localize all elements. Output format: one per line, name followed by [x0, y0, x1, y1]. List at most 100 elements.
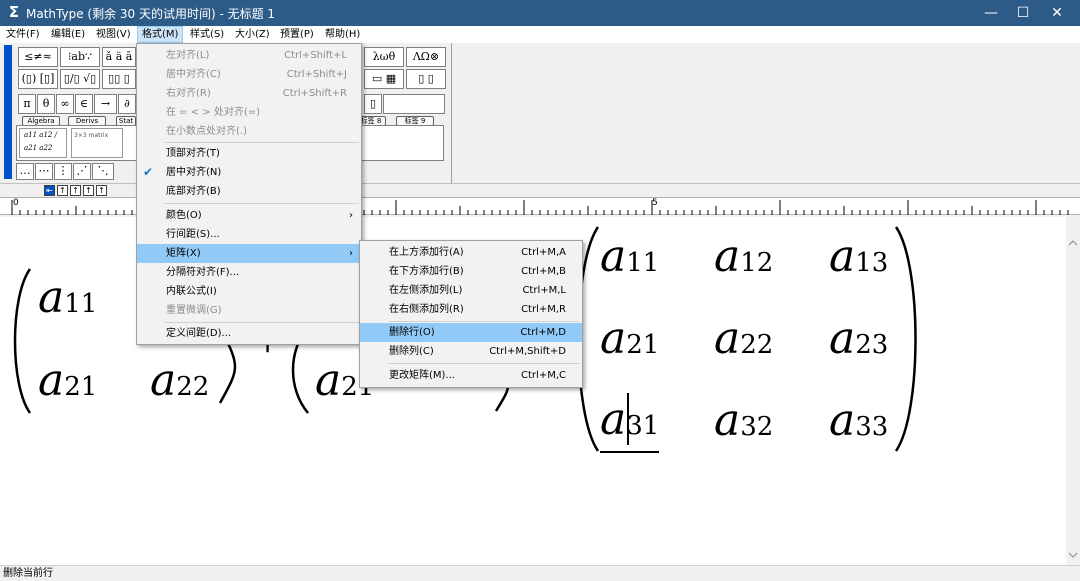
matrix1-entry-a22[interactable]: a22	[150, 355, 209, 406]
menu-item-reset-nudge[interactable]: 重置微调(G)	[137, 301, 361, 320]
matrix3-entry-a23[interactable]: a23	[829, 313, 888, 364]
tab-stop-left-icon[interactable]: ⇤	[44, 185, 55, 196]
menu-item-align-at-relation[interactable]: 在 = < > 处对齐(=)	[137, 103, 361, 122]
text-cursor	[627, 393, 629, 445]
pi-symbol-button[interactable]: π	[18, 94, 36, 114]
menu-separator	[388, 363, 580, 364]
menu-file[interactable]: 文件(F)	[2, 26, 44, 43]
menu-item-separator-align[interactable]: 分隔符对齐(F)...	[137, 263, 361, 282]
diagonal-down-dots-button[interactable]: ⋱	[92, 163, 114, 180]
vertical-scrollbar[interactable]	[1066, 217, 1080, 565]
partial-symbol-button[interactable]: ∂	[118, 94, 136, 114]
checkmark-icon: ✔	[143, 165, 154, 179]
relations-palette-button[interactable]: ≤≠≈	[18, 47, 58, 67]
menu-help[interactable]: 帮助(H)	[321, 26, 364, 43]
menu-item-add-column-left[interactable]: 在左侧添加列(L) Ctrl+M,L	[360, 281, 582, 300]
matrix-3x3-template-button[interactable]: 3×3 matrix	[71, 128, 123, 158]
tab-stop-center-icon[interactable]: ↑	[57, 185, 68, 196]
format-menu-dropdown: 左对齐(L) Ctrl+Shift+L 居中对齐(C) Ctrl+Shift+J 右…	[136, 43, 362, 345]
menu-separator	[165, 203, 359, 204]
matrix1-entry-a21[interactable]: a21	[38, 355, 97, 406]
menu-format[interactable]: 格式(M)	[137, 26, 184, 43]
close-button[interactable]: ✕	[1034, 0, 1080, 26]
menu-item-align-left[interactable]: 左对齐(L) Ctrl+Shift+L	[137, 46, 361, 65]
matrix-3x3-label: 3×3 matrix	[74, 132, 109, 139]
menu-item-align-bottom[interactable]: 底部对齐(B)	[137, 182, 361, 201]
menu-size[interactable]: 大小(Z)	[231, 26, 274, 43]
ruler-mark-0: 0	[13, 198, 19, 208]
ellipsis-button[interactable]: …	[16, 163, 34, 180]
menu-item-define-spacing[interactable]: 定义间距(D)...	[137, 324, 361, 343]
diagonal-up-dots-button[interactable]: ⋰	[73, 163, 91, 180]
menu-item-change-matrix[interactable]: 更改矩阵(M)... Ctrl+M,C	[360, 366, 582, 385]
matrix3-entry-a11[interactable]: a11	[600, 231, 659, 282]
matrix3-entry-a13[interactable]: a13	[829, 231, 888, 282]
submenu-arrow-icon: ›	[349, 210, 353, 221]
matrix3-entry-a12[interactable]: a12	[714, 231, 773, 282]
menu-edit[interactable]: 编辑(E)	[47, 26, 89, 43]
embellishments-palette-button[interactable]: ǎ ä ā	[102, 47, 136, 67]
matrix3-entry-a21[interactable]: a21	[600, 313, 659, 364]
menu-separator	[388, 321, 580, 322]
spaces-palette-button[interactable]: ⁝ab∵	[60, 47, 100, 67]
menu-separator	[165, 322, 359, 323]
scroll-down-icon[interactable]	[1068, 551, 1078, 559]
matrix3-entry-a32[interactable]: a32	[714, 395, 773, 446]
menu-item-inline-equation[interactable]: 内联公式(I)	[137, 282, 361, 301]
ruler-mark-5: 5	[652, 198, 658, 208]
menu-item-align-at-decimal[interactable]: 在小数点处对齐(.)	[137, 122, 361, 141]
submenu-arrow-icon: ›	[349, 248, 353, 259]
menu-item-add-column-right[interactable]: 在右侧添加列(R) Ctrl+M,R	[360, 300, 582, 319]
menu-item-matrix[interactable]: 矩阵(X) ›	[137, 244, 361, 263]
menu-preferences[interactable]: 预置(P)	[276, 26, 318, 43]
matrix1-entry-a11[interactable]: a11	[38, 272, 97, 323]
matrix3-entry-a22[interactable]: a22	[714, 313, 773, 364]
matrix3-right-paren	[894, 226, 917, 452]
menu-item-align-center[interactable]: 居中对齐(C) Ctrl+Shift+J	[137, 65, 361, 84]
tab-stop-right-icon[interactable]: ↑	[70, 185, 81, 196]
center-dots-button[interactable]: ⋯	[35, 163, 53, 180]
title-bar: Σ MathType (剩余 30 天的试用时间) - 无标题 1 — ☐ ✕	[0, 0, 1080, 26]
theta-symbol-button[interactable]: θ	[37, 94, 55, 114]
matrix3-entry-a31-selected[interactable]: a31	[600, 395, 660, 453]
matrices-palette-button[interactable]: ▭ ▦	[364, 69, 404, 89]
menu-view[interactable]: 视图(V)	[92, 26, 135, 43]
menu-item-delete-column[interactable]: 删除列(C) Ctrl+M,Shift+D	[360, 342, 582, 361]
menu-item-line-spacing[interactable]: 行间距(S)...	[137, 225, 361, 244]
status-text: 删除当前行	[3, 568, 53, 579]
menu-item-color[interactable]: 颜色(O) ›	[137, 206, 361, 225]
menu-item-align-middle[interactable]: ✔ 居中对齐(N)	[137, 163, 361, 182]
matrix-2x2-template-button[interactable]: a11 a12 / a21 a22	[19, 128, 67, 158]
matrix3-entry-a33[interactable]: a33	[829, 395, 888, 446]
mathtype-app-icon: Σ	[8, 3, 20, 21]
greek-upper-palette-button[interactable]: ΛΩ⊗	[406, 47, 446, 67]
menu-item-delete-row[interactable]: 删除行(O) Ctrl+M,D	[360, 323, 582, 342]
tab-stop-relation-icon[interactable]: ↑	[83, 185, 94, 196]
custom-toolbar-slot[interactable]	[383, 94, 445, 114]
toolbar-grip[interactable]	[4, 45, 12, 179]
infinity-symbol-button[interactable]: ∞	[56, 94, 74, 114]
matrix1-left-paren	[13, 268, 32, 414]
greek-lower-palette-button[interactable]: λωθ	[364, 47, 404, 67]
fractions-palette-button[interactable]: ▯/▯ √▯	[60, 69, 100, 89]
menu-bar: 文件(F) 编辑(E) 视图(V) 格式(M) 样式(S) 大小(Z) 预置(P…	[0, 26, 1080, 43]
status-bar: 删除当前行	[0, 565, 1080, 581]
menu-item-add-row-above[interactable]: 在上方添加行(A) Ctrl+M,A	[360, 243, 582, 262]
window-title: MathType (剩余 30 天的试用时间) - 无标题 1	[26, 7, 276, 21]
tab-stop-decimal-icon[interactable]: ↑	[96, 185, 107, 196]
subscript-template-button[interactable]: ▯	[364, 94, 382, 114]
matrix-template-label: a11 a12 / a21 a22	[24, 131, 57, 152]
scroll-up-icon[interactable]	[1068, 239, 1078, 247]
fences-palette-button[interactable]: (▯) [▯]	[18, 69, 58, 89]
right-arrow-symbol-button[interactable]: →	[94, 94, 117, 114]
menu-style[interactable]: 样式(S)	[186, 26, 228, 43]
boxes-palette-button[interactable]: ▯ ▯	[406, 69, 446, 89]
vertical-dots-button[interactable]: ⋮	[54, 163, 72, 180]
element-of-symbol-button[interactable]: ∈	[75, 94, 93, 114]
menu-item-align-top[interactable]: 顶部对齐(T)	[137, 144, 361, 163]
menu-item-align-right[interactable]: 右对齐(R) Ctrl+Shift+R	[137, 84, 361, 103]
menu-separator	[165, 142, 359, 143]
menu-item-add-row-below[interactable]: 在下方添加行(B) Ctrl+M,B	[360, 262, 582, 281]
subscripts-palette-button[interactable]: ▯▯ ▯	[102, 69, 136, 89]
matrix-submenu: 在上方添加行(A) Ctrl+M,A 在下方添加行(B) Ctrl+M,B 在左侧添…	[359, 240, 583, 388]
